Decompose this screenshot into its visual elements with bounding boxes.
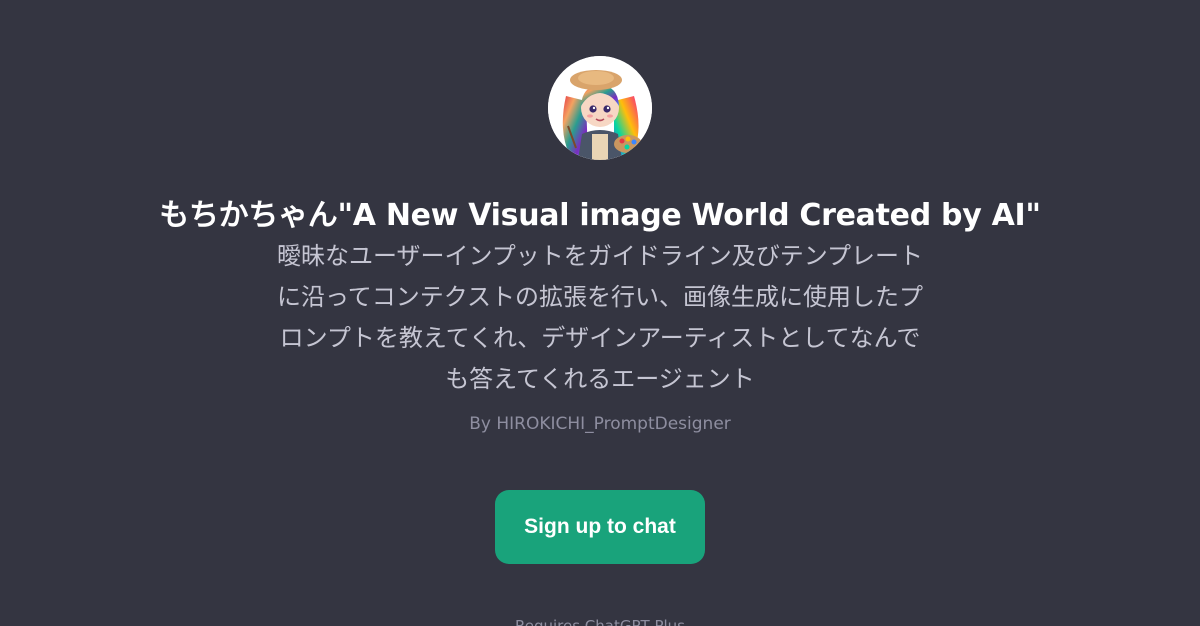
requires-plus-note: Requires ChatGPT Plus: [514, 617, 685, 626]
gpt-avatar: [548, 56, 652, 160]
sign-up-to-chat-button[interactable]: Sign up to chat: [495, 490, 705, 564]
gpt-landing-page: もちかちゃん"A New Visual image World Created …: [0, 0, 1200, 626]
character-avatar-icon: [548, 56, 652, 160]
gpt-title: もちかちゃん"A New Visual image World Created …: [159, 198, 1041, 233]
gpt-author: By HIROKICHI_PromptDesigner: [469, 414, 731, 434]
gpt-description: 曖昧なユーザーインプットをガイドライン及びテンプレートに沿ってコンテクストの拡張…: [276, 242, 924, 393]
